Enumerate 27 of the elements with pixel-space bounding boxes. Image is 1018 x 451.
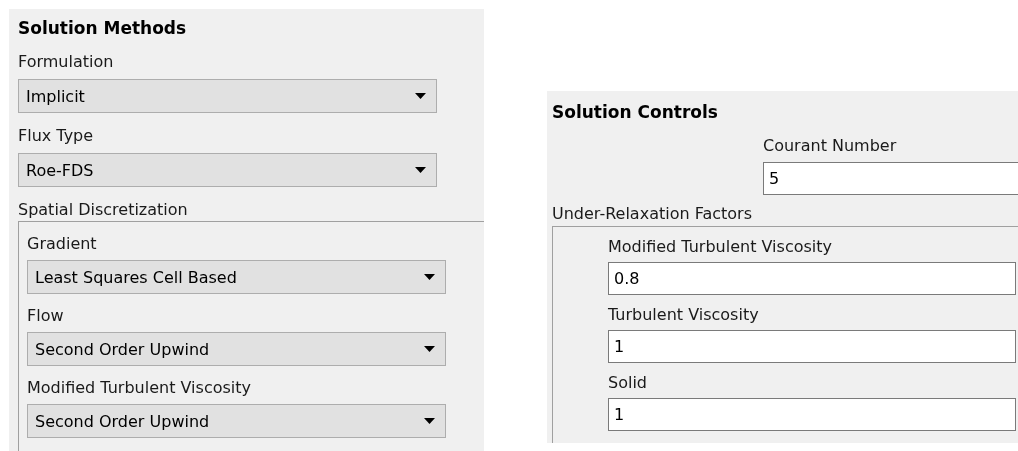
dropdown[interactable]: Second Order Upwind [27,332,446,366]
field-label: Gradient [27,234,97,254]
group-label: Spatial Discretization [18,200,188,220]
dropdown[interactable]: Second Order Upwind [27,404,446,438]
field-label: Modified Turbulent Viscosity [608,237,832,257]
number-field[interactable]: 0.8 [608,262,1016,295]
field-label: Formulation [18,52,114,72]
dropdown[interactable]: Least Squares Cell Based [27,260,446,294]
dropdown[interactable]: Roe-FDS [18,153,437,187]
field-label: Solid [608,373,647,393]
field-label: Turbulent Viscosity [608,305,759,325]
caret-icon [415,93,426,99]
field-label: Modified Turbulent Viscosity [27,378,251,398]
group-label: Under-Relaxation Factors [552,204,752,224]
number-field[interactable]: 5 [763,162,1018,195]
caret-icon [424,274,435,280]
dropdown[interactable]: Implicit [18,79,437,113]
caret-icon [424,418,435,424]
number-field[interactable]: 1 [608,398,1016,431]
number-field[interactable]: 1 [608,330,1016,363]
caret-icon [415,167,426,173]
panel-title: Solution Methods [18,18,187,38]
caret-icon [424,346,435,352]
field-label: Flow [27,306,64,326]
field-label: Courant Number [763,136,897,156]
field-label: Flux Type [18,126,94,146]
panel-title: Solution Controls [552,102,718,122]
